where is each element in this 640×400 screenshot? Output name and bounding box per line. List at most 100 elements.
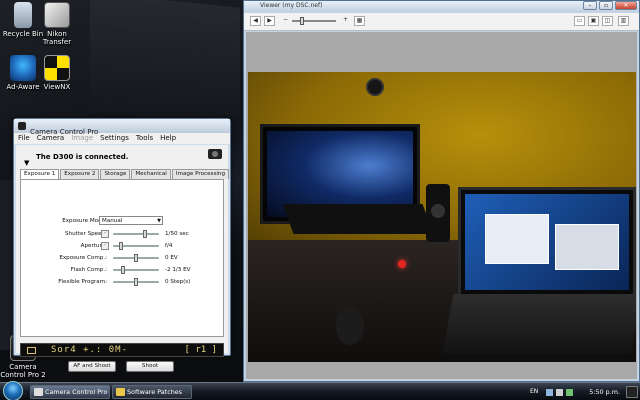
desktop-icon-nikon-transfer[interactable]: Nikon Transfer [34, 2, 80, 46]
exposure-comp-row: Exposure Comp.: 0 EV [21, 253, 223, 263]
shutter-speed-value: 1/50 sec [165, 231, 189, 237]
grid-view-icon[interactable]: ▦ [354, 16, 365, 26]
camera-control-pro-window[interactable]: Camera Control Pro File Camera Image Set… [13, 118, 231, 372]
flexible-program-row: Flexible Program: 0 Step(s) [21, 277, 223, 287]
connection-status: The D300 is connected. [36, 153, 129, 161]
lcd-main-readout: Sor4 +.: 0M- [51, 345, 135, 355]
tab-exposure-1[interactable]: Exposure 1 [20, 169, 60, 179]
flash-comp-label: Flash Comp.: [70, 267, 107, 273]
desktop-icon-label: Nikon Transfer [42, 30, 72, 46]
tab-exposure-2[interactable]: Exposure 2 [60, 169, 100, 179]
system-tray: EN 5:50 p.m. [530, 383, 640, 400]
fit-view-icon[interactable]: ▣ [588, 16, 599, 26]
volume-icon[interactable] [556, 389, 563, 396]
ccp-client-area: ▼ The D300 is connected. Exposure 1 Expo… [16, 145, 230, 372]
task-camera-control-pro[interactable]: Camera Control Pro [30, 385, 110, 399]
exposure-comp-label: Exposure Comp.: [59, 255, 107, 261]
aperture-row: Aperture: · f/4 [21, 241, 223, 251]
af-and-shoot-button[interactable]: AF and Shoot [68, 361, 116, 372]
lcd-mode-indicator [27, 347, 36, 354]
menu-tools[interactable]: Tools [136, 133, 153, 144]
start-button[interactable] [3, 381, 23, 400]
menu-help[interactable]: Help [160, 133, 176, 144]
language-indicator[interactable]: EN [530, 383, 538, 400]
exposure-1-panel: Exposure Mode: Manual ▼ Shutter Speed: ·… [20, 179, 224, 337]
app-icon [18, 122, 26, 130]
flexible-program-label: Flexible Program: [58, 279, 107, 285]
aperture-slider[interactable] [113, 242, 159, 250]
photo-speaker [426, 184, 450, 242]
exposure-comp-slider[interactable] [113, 254, 159, 262]
tab-mechanical[interactable]: Mechanical [131, 169, 171, 179]
next-icon[interactable]: ▶ [264, 16, 275, 26]
tab-image-processing[interactable]: Image Processing [171, 169, 230, 179]
desktop-icon-label: Camera Control Pro 2 [0, 363, 46, 379]
full-view-icon[interactable]: ◫ [602, 16, 613, 26]
flexible-program-value: 0 Step(s) [165, 279, 191, 285]
photo-webcam [366, 78, 384, 96]
shutter-info-icon[interactable]: · [101, 230, 109, 238]
lcd-remaining-readout: [ r1 ] [184, 345, 217, 355]
window-title: Camera Control Pro [30, 128, 99, 136]
flexible-program-slider[interactable] [113, 278, 159, 286]
camera-icon [208, 149, 222, 159]
photo-laptop [458, 187, 636, 297]
zoom-slider[interactable] [292, 17, 336, 25]
aperture-info-icon[interactable]: · [101, 242, 109, 250]
chevron-down-icon: ▼ [157, 218, 161, 224]
viewer-window[interactable]: Viewer (my DSC.nef) – ▫ ✕ ◀ ▶ − + ▦ ▭ ▣ … [243, 0, 640, 382]
exposure-mode-value: Manual [102, 218, 123, 224]
task-label: Camera Control Pro [45, 388, 108, 396]
photo-mouse [336, 307, 364, 345]
previous-icon[interactable]: ◀ [250, 16, 261, 26]
maximize-icon[interactable]: ▫ [599, 1, 613, 10]
shutter-speed-row: Shutter Speed: · 1/50 sec [21, 229, 223, 239]
exposure-mode-row: Exposure Mode: Manual ▼ [21, 216, 223, 226]
ccp-titlebar[interactable]: Camera Control Pro [14, 119, 230, 136]
shutter-speed-slider[interactable] [113, 230, 159, 238]
zoom-in-icon[interactable]: + [340, 16, 351, 26]
shoot-button[interactable]: Shoot [126, 361, 174, 372]
recycle-bin-icon [14, 2, 32, 28]
photo-preview[interactable] [248, 72, 636, 362]
photo-keyboard-back [282, 204, 434, 234]
slider-thumb[interactable] [121, 266, 125, 274]
folder-icon [116, 388, 125, 396]
slider-thumb[interactable] [134, 278, 138, 286]
tray-app-icon[interactable] [566, 389, 573, 396]
desktop-icon-viewnx[interactable]: ViewNX [34, 55, 80, 91]
viewer-titlebar[interactable]: Viewer (my DSC.nef) – ▫ ✕ [244, 1, 639, 11]
photo-laptop-window [485, 214, 549, 264]
camera-control-pro-icon [34, 388, 43, 396]
photo-laptop-window [555, 224, 619, 270]
slider-thumb[interactable] [134, 254, 138, 262]
camera-lcd-display: Sor4 +.: 0M- [ r1 ] [20, 343, 224, 357]
zoom-slider-thumb[interactable] [300, 17, 304, 25]
photo-laptop-keyboard [442, 294, 636, 354]
aperture-value: f/4 [165, 243, 173, 249]
show-desktop-button[interactable] [626, 386, 638, 398]
clock[interactable]: 5:50 p.m. [589, 383, 620, 400]
viewer-toolbar: ◀ ▶ − + ▦ ▭ ▣ ◫ ▥ [244, 13, 639, 31]
tab-storage[interactable]: Storage [100, 169, 131, 179]
zoom-out-icon[interactable]: − [280, 16, 291, 26]
network-icon[interactable] [546, 389, 553, 396]
expand-arrow-icon[interactable]: ▼ [24, 159, 29, 167]
menu-file[interactable]: File [18, 133, 30, 144]
single-view-icon[interactable]: ▭ [574, 16, 585, 26]
task-software-patches[interactable]: Software Patches [112, 385, 192, 399]
minimize-icon[interactable]: – [583, 1, 597, 10]
task-label: Software Patches [127, 388, 183, 396]
photo-laptop-screen [465, 194, 629, 290]
slider-thumb[interactable] [143, 230, 147, 238]
menu-settings[interactable]: Settings [100, 133, 129, 144]
exposure-mode-select[interactable]: Manual ▼ [99, 216, 163, 225]
close-icon[interactable]: ✕ [615, 1, 637, 10]
nikon-transfer-icon [44, 2, 70, 28]
flash-comp-slider[interactable] [113, 266, 159, 274]
compare-view-icon[interactable]: ▥ [618, 16, 629, 26]
slider-thumb[interactable] [119, 242, 123, 250]
photo-led [398, 260, 406, 268]
image-canvas [246, 32, 637, 379]
taskbar: Camera Control Pro Software Patches EN 5… [0, 381, 640, 400]
